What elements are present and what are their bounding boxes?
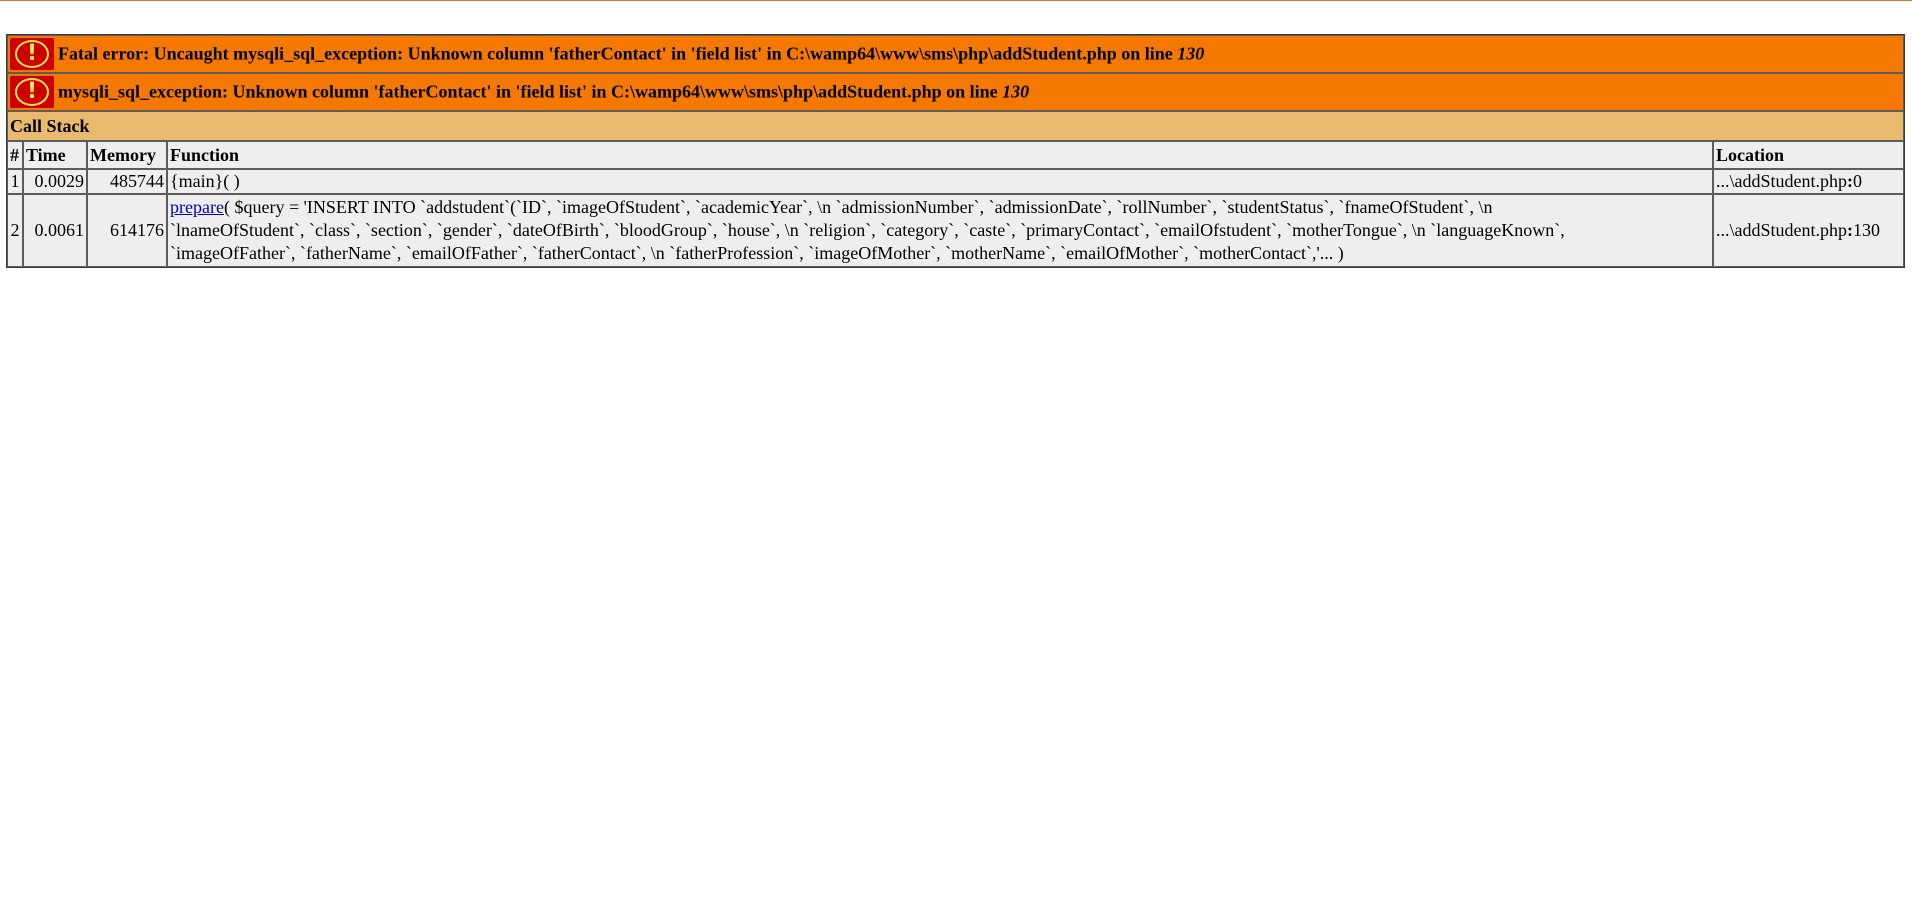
row-index: 2 [7, 194, 23, 267]
row-memory: 485744 [87, 169, 167, 194]
fatal-error-text: Fatal error: Uncaught mysqli_sql_excepti… [58, 43, 1178, 64]
exception-row: ! mysqli_sql_exception: Unknown column 'f… [7, 73, 1904, 111]
row-function: prepare( $query = 'INSERT INTO `addstude… [167, 194, 1713, 267]
column-header-memory: Memory [87, 141, 167, 169]
call-stack-columns-row: # Time Memory Function Location [7, 141, 1904, 169]
row-index: 1 [7, 169, 23, 194]
column-header-function: Function [167, 141, 1713, 169]
column-header-time: Time [23, 141, 87, 169]
row-location: ...\addStudent.php:0 [1713, 169, 1904, 194]
location-file: ...\addStudent.php [1716, 171, 1847, 191]
function-args-line-3: `imageOfFather`, `fatherName`, `emailOfF… [170, 243, 1344, 263]
warning-exclamation-icon: ! [10, 38, 54, 70]
warning-exclamation-icon: ! [10, 76, 54, 108]
location-line: 130 [1853, 220, 1880, 240]
call-stack-header-row: Call Stack [7, 111, 1904, 141]
location-file: ...\addStudent.php [1716, 220, 1847, 240]
call-stack-title: Call Stack [7, 111, 1904, 141]
row-memory: 614176 [87, 194, 167, 267]
location-line: 0 [1853, 171, 1862, 191]
function-args-line-2: `lnameOfStudent`, `class`, `section`, `g… [170, 220, 1565, 240]
table-row: 1 0.0029 485744 {main}( ) ...\addStudent… [7, 169, 1904, 194]
function-args-line-1: ( $query = 'INSERT INTO `addstudent`(`ID… [223, 197, 1493, 217]
fatal-error-cell: ! Fatal error: Uncaught mysqli_sql_except… [7, 35, 1904, 73]
exception-message: mysqli_sql_exception: Unknown column 'fa… [58, 82, 1029, 102]
function-doc-link[interactable]: prepare [170, 197, 224, 217]
row-time: 0.0061 [23, 194, 87, 267]
top-border-line [0, 0, 1912, 1]
exception-line-number: 130 [1002, 81, 1030, 102]
fatal-error-row: ! Fatal error: Uncaught mysqli_sql_except… [7, 35, 1904, 73]
column-header-index: # [7, 141, 23, 169]
xdebug-error-table: ! Fatal error: Uncaught mysqli_sql_except… [6, 34, 1905, 268]
row-location: ...\addStudent.php:130 [1713, 194, 1904, 267]
row-function: {main}( ) [167, 169, 1713, 194]
fatal-error-message: Fatal error: Uncaught mysqli_sql_excepti… [58, 44, 1204, 64]
exception-text: mysqli_sql_exception: Unknown column 'fa… [58, 81, 1003, 102]
fatal-error-line-number: 130 [1177, 43, 1205, 64]
row-time: 0.0029 [23, 169, 87, 194]
exception-cell: ! mysqli_sql_exception: Unknown column 'f… [7, 73, 1904, 111]
column-header-location: Location [1713, 141, 1904, 169]
table-row: 2 0.0061 614176 prepare( $query = 'INSER… [7, 194, 1904, 267]
